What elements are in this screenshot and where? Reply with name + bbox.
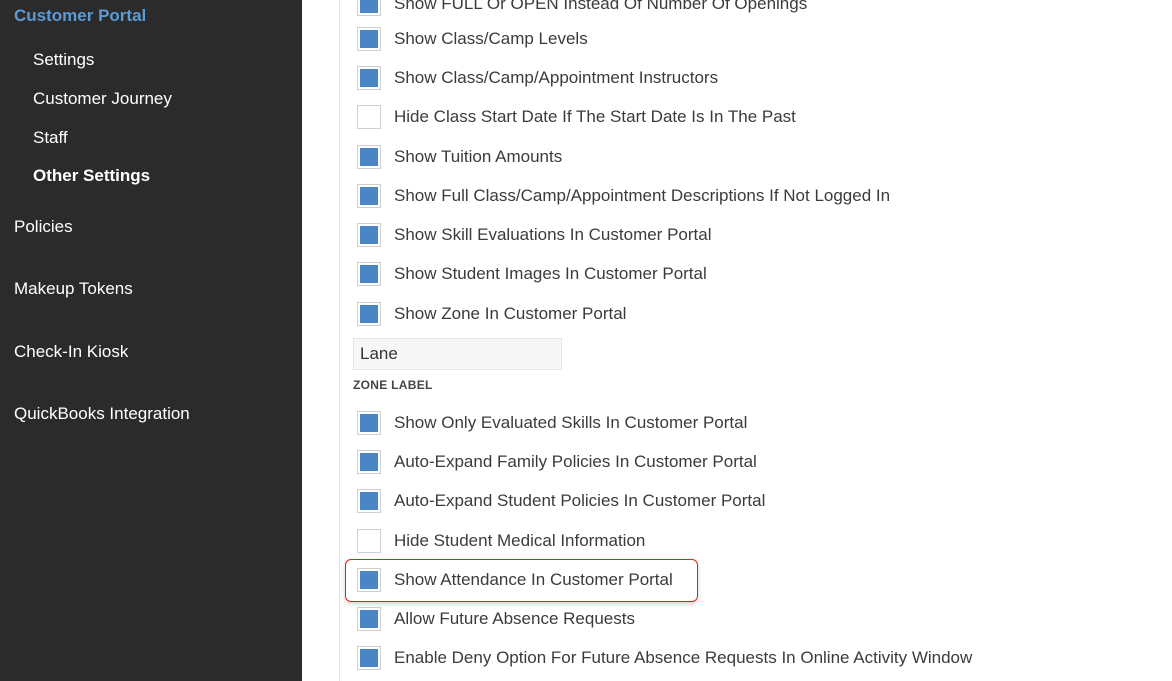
checkbox[interactable] xyxy=(357,489,381,513)
sidebar-item-policies[interactable]: Policies xyxy=(14,216,73,238)
setting-allow-future-absence-requests[interactable]: Allow Future Absence Requests xyxy=(357,605,635,633)
setting-label: Auto-Expand Family Policies In Customer … xyxy=(394,452,757,471)
setting-show-skill-evaluations[interactable]: Show Skill Evaluations In Customer Porta… xyxy=(357,221,711,249)
sidebar: Customer Portal Settings Customer Journe… xyxy=(0,0,302,681)
checkbox[interactable] xyxy=(357,184,381,208)
checkbox[interactable] xyxy=(357,27,381,51)
setting-enable-deny-option[interactable]: Enable Deny Option For Future Absence Re… xyxy=(357,644,972,672)
setting-label: Enable Deny Option For Future Absence Re… xyxy=(394,648,973,667)
setting-hide-student-medical-info[interactable]: Hide Student Medical Information xyxy=(357,527,645,555)
checkbox[interactable] xyxy=(357,302,381,326)
checkbox[interactable] xyxy=(357,411,381,435)
setting-label: Show Only Evaluated Skills In Customer P… xyxy=(394,413,748,432)
setting-label: Show Full Class/Camp/Appointment Descrip… xyxy=(394,186,891,205)
setting-label: Show FULL Or OPEN Instead Of Number Of O… xyxy=(394,0,808,13)
checkbox[interactable] xyxy=(357,262,381,286)
checkbox[interactable] xyxy=(357,646,381,670)
setting-show-student-images[interactable]: Show Student Images In Customer Portal xyxy=(357,260,707,288)
setting-show-instructors[interactable]: Show Class/Camp/Appointment Instructors xyxy=(357,64,718,92)
sidebar-item-customer-journey[interactable]: Customer Journey xyxy=(33,88,172,110)
setting-show-attendance[interactable]: Show Attendance In Customer Portal xyxy=(357,566,673,594)
checkbox[interactable] xyxy=(357,66,381,90)
settings-panel: Show FULL Or OPEN Instead Of Number Of O… xyxy=(302,0,1172,681)
setting-hide-past-start-date[interactable]: Hide Class Start Date If The Start Date … xyxy=(357,103,796,131)
setting-show-tuition-amounts[interactable]: Show Tuition Amounts xyxy=(357,143,562,171)
sidebar-item-staff[interactable]: Staff xyxy=(33,127,68,149)
zone-label-input[interactable] xyxy=(353,338,562,370)
setting-auto-expand-student-policies[interactable]: Auto-Expand Student Policies In Customer… xyxy=(357,487,765,515)
setting-label: Hide Student Medical Information xyxy=(394,531,646,550)
setting-show-only-evaluated-skills[interactable]: Show Only Evaluated Skills In Customer P… xyxy=(357,409,747,437)
setting-label: Hide Class Start Date If The Start Date … xyxy=(394,107,796,126)
setting-auto-expand-family-policies[interactable]: Auto-Expand Family Policies In Customer … xyxy=(357,448,757,476)
panel-divider xyxy=(339,0,340,681)
checkbox[interactable] xyxy=(357,529,381,553)
setting-label: Show Attendance In Customer Portal xyxy=(394,570,673,589)
sidebar-item-quickbooks-integration[interactable]: QuickBooks Integration xyxy=(14,403,190,425)
sidebar-item-check-in-kiosk[interactable]: Check-In Kiosk xyxy=(14,341,128,363)
setting-label: Show Zone In Customer Portal xyxy=(394,304,627,323)
sidebar-item-other-settings[interactable]: Other Settings xyxy=(33,165,150,187)
setting-show-zone[interactable]: Show Zone In Customer Portal xyxy=(357,300,626,328)
zone-label-caption: ZONE LABEL xyxy=(353,378,433,392)
sidebar-item-settings[interactable]: Settings xyxy=(33,49,94,71)
setting-show-full-descriptions[interactable]: Show Full Class/Camp/Appointment Descrip… xyxy=(357,182,890,210)
setting-label: Auto-Expand Student Policies In Customer… xyxy=(394,491,766,510)
app-window: Customer Portal Settings Customer Journe… xyxy=(0,0,1172,681)
checkbox[interactable] xyxy=(357,607,381,631)
sidebar-item-makeup-tokens[interactable]: Makeup Tokens xyxy=(14,278,133,300)
setting-label: Allow Future Absence Requests xyxy=(394,609,635,628)
checkbox[interactable] xyxy=(357,105,381,129)
setting-show-class-camp-levels[interactable]: Show Class/Camp Levels xyxy=(357,25,588,53)
setting-show-full-or-open[interactable]: Show FULL Or OPEN Instead Of Number Of O… xyxy=(357,0,807,18)
checkbox[interactable] xyxy=(357,223,381,247)
setting-label: Show Class/Camp/Appointment Instructors xyxy=(394,68,719,87)
setting-label: Show Student Images In Customer Portal xyxy=(394,264,707,283)
setting-label: Show Class/Camp Levels xyxy=(394,29,588,48)
checkbox[interactable] xyxy=(357,450,381,474)
checkbox[interactable] xyxy=(357,568,381,592)
checkbox[interactable] xyxy=(357,0,381,16)
setting-label: Show Tuition Amounts xyxy=(394,147,563,166)
setting-label: Show Skill Evaluations In Customer Porta… xyxy=(394,225,712,244)
checkbox[interactable] xyxy=(357,145,381,169)
sidebar-section-customer-portal[interactable]: Customer Portal xyxy=(14,5,146,27)
